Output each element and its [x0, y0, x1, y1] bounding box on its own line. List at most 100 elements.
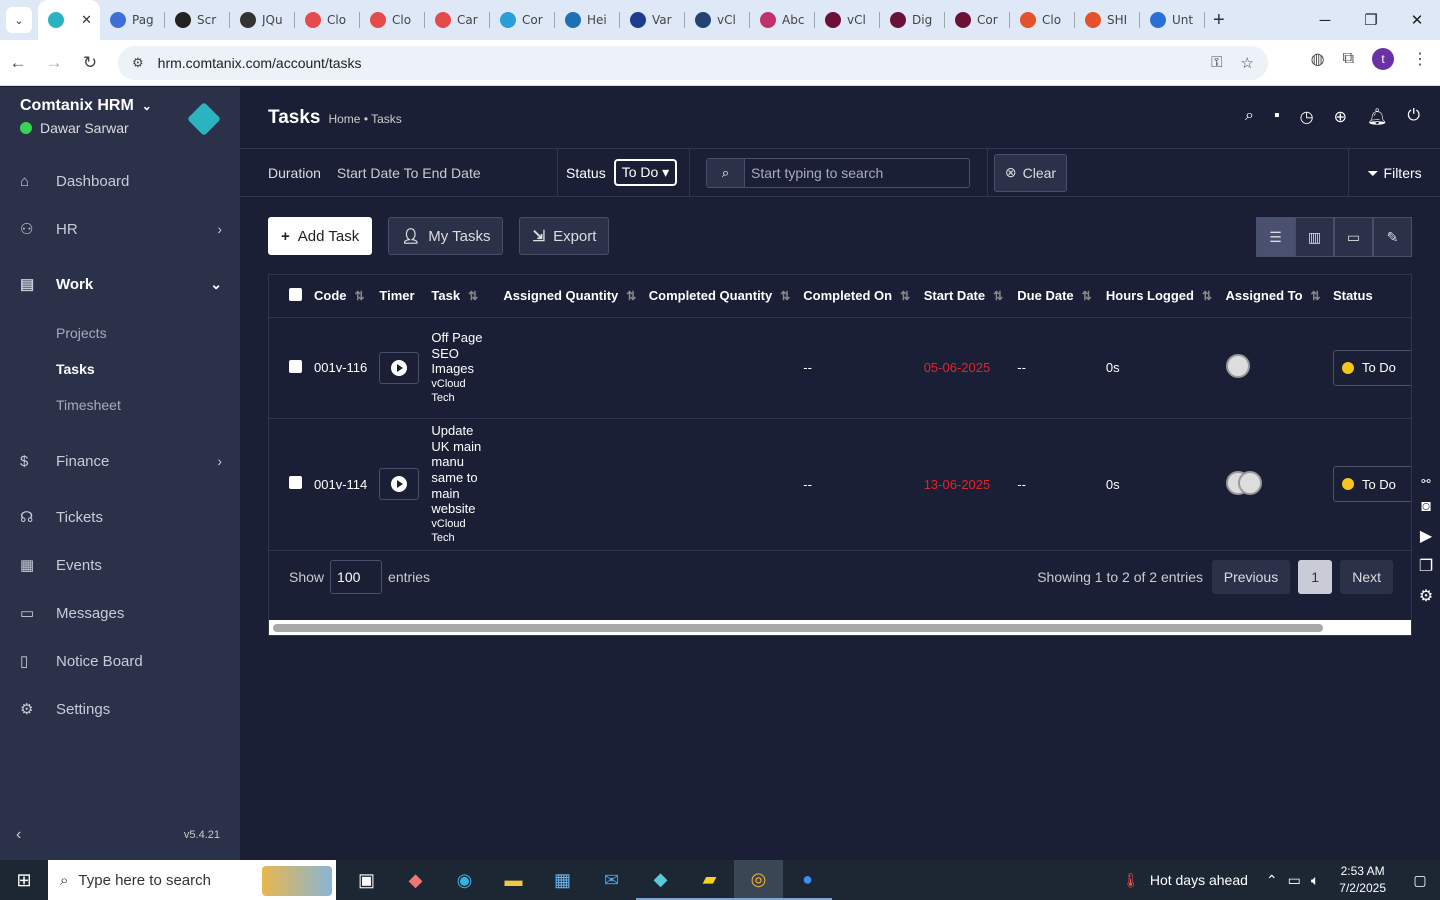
comtanix-app-icon[interactable]: ◆	[636, 860, 685, 900]
sidebar-item-dashboard[interactable]: ⌂ Dashboard	[0, 157, 240, 205]
avatar[interactable]	[1225, 354, 1250, 378]
search-icon[interactable]: ⌕	[1245, 107, 1254, 127]
zoom-icon[interactable]: ●	[783, 860, 832, 900]
camera-icon[interactable]: ◙	[1421, 498, 1431, 516]
start-timer-button[interactable]	[379, 468, 420, 500]
sidebar-item-finance[interactable]: $ Finance ›	[0, 437, 240, 485]
sidebar-subitem-projects[interactable]: Projects	[0, 315, 240, 351]
column-header-task[interactable]: Task ⇅	[425, 275, 498, 318]
status-select[interactable]: To Do ▾	[613, 159, 678, 186]
column-header-completed-on[interactable]: Completed On ⇅	[797, 275, 918, 318]
column-header-completed-quantity[interactable]: Completed Quantity ⇅	[642, 275, 798, 318]
sidebar-item-tickets[interactable]: ☊ Tickets	[0, 493, 240, 541]
browser-tab[interactable]: ✕	[38, 0, 100, 40]
duration-filter[interactable]: Duration Start Date To End Date	[240, 148, 558, 197]
weather-widget[interactable]: 🌡︎ Hot days ahead	[1122, 872, 1248, 889]
brand-switcher[interactable]: Comtanix HRM ⌄	[20, 97, 152, 115]
row-checkbox[interactable]	[289, 359, 302, 373]
task-view-icon[interactable]: ▣	[342, 860, 391, 900]
link-icon[interactable]: ⚯	[1421, 475, 1430, 488]
sidebar-subitem-tasks[interactable]: Tasks	[0, 351, 240, 387]
taskbar-search-input[interactable]: ⌕ Type here to search	[48, 860, 336, 900]
column-header-hours-logged[interactable]: Hours Logged ⇅	[1099, 275, 1220, 318]
sidebar-item-hr[interactable]: ⚇ HR ›	[0, 205, 240, 253]
browser-tab[interactable]: Scr	[165, 0, 230, 40]
chrome-icon[interactable]: ◎	[734, 860, 783, 900]
list-view-icon[interactable]: ☰	[1256, 217, 1295, 257]
page-length-select[interactable]: 100	[330, 560, 383, 594]
file-explorer-icon[interactable]: ▬	[489, 860, 538, 900]
column-header-status[interactable]: Status	[1326, 275, 1411, 318]
browser-tab[interactable]: Clo	[295, 0, 360, 40]
sidebar-item-messages[interactable]: ▭ Messages	[0, 589, 240, 637]
page-button-1[interactable]: 1	[1298, 560, 1333, 594]
browser-tab[interactable]: Car	[425, 0, 490, 40]
filters-button[interactable]: ⏷ Filters	[1348, 149, 1440, 197]
column-header-due-date[interactable]: Due Date ⇅	[1011, 275, 1100, 318]
copy-icon[interactable]: ❐	[1419, 556, 1433, 576]
extensions-icon[interactable]: ⧉	[1343, 50, 1354, 68]
power-icon[interactable]: ⏻	[1407, 107, 1420, 127]
site-info-icon[interactable]: ⚙	[132, 55, 144, 71]
export-button[interactable]: ⇲ Export	[519, 217, 610, 255]
maximize-icon[interactable]: ❐	[1348, 0, 1394, 40]
gear-icon[interactable]: ⚙	[1419, 586, 1433, 606]
edge-icon[interactable]: ◉	[440, 860, 489, 900]
browser-tab[interactable]: Clo	[1010, 0, 1075, 40]
forward-icon[interactable]: →	[36, 53, 72, 73]
pin-icon[interactable]: ✎	[1373, 217, 1412, 257]
video-icon[interactable]: ▶	[1420, 526, 1432, 546]
task-name-link[interactable]: Update UK main manu same to main website	[431, 423, 491, 517]
browser-tab[interactable]: Var	[620, 0, 685, 40]
browser-tab[interactable]: Cor	[945, 0, 1010, 40]
key-icon[interactable]: ⚿	[1211, 54, 1222, 72]
collapse-sidebar-icon[interactable]: ‹	[16, 826, 21, 844]
mail-icon[interactable]: ✉	[587, 860, 636, 900]
sidebar-item-notice-board[interactable]: ▯ Notice Board	[0, 637, 240, 685]
minimize-icon[interactable]: ─	[1302, 0, 1348, 40]
column-header-assigned-quantity[interactable]: Assigned Quantity ⇅	[497, 275, 643, 318]
next-page-button[interactable]: Next	[1340, 560, 1393, 594]
bookmark-star-icon[interactable]: ☆	[1241, 54, 1254, 72]
copilot-icon[interactable]: ◆	[391, 860, 440, 900]
network-icon[interactable]: ▭	[1288, 872, 1301, 889]
new-tab-button[interactable]: +	[1213, 9, 1237, 32]
avatar[interactable]	[1237, 470, 1262, 495]
browser-tab[interactable]: Dig	[880, 0, 945, 40]
bell-icon[interactable]: 🔔︎	[1367, 107, 1387, 127]
browser-tab[interactable]: SHI	[1075, 0, 1140, 40]
start-timer-button[interactable]	[379, 351, 420, 384]
browser-tab[interactable]: vCl	[685, 0, 750, 40]
close-window-icon[interactable]: ✕	[1394, 0, 1440, 40]
horizontal-scrollbar[interactable]	[269, 620, 1411, 635]
clock-icon[interactable]: ◷	[1300, 107, 1314, 127]
my-tasks-button[interactable]: 👤︎ My Tasks	[388, 217, 504, 255]
reload-icon[interactable]: ↻	[72, 53, 108, 73]
browser-tab[interactable]: Unt	[1140, 0, 1205, 40]
status-dropdown[interactable]: To Do	[1332, 466, 1411, 502]
browser-menu-icon[interactable]: ⋮	[1412, 49, 1428, 69]
add-task-button[interactable]: + Add Task	[268, 217, 373, 255]
status-dropdown[interactable]: To Do	[1332, 349, 1411, 386]
clock[interactable]: 2:53 AM 7/2/2025	[1339, 863, 1386, 897]
sticky-notes-icon[interactable]: ▰	[685, 860, 734, 900]
browser-tab[interactable]: Pag	[100, 0, 165, 40]
browser-tab[interactable]: Cor	[490, 0, 555, 40]
select-all-checkbox[interactable]	[289, 287, 302, 301]
previous-page-button[interactable]: Previous	[1211, 560, 1291, 594]
tab-search-button[interactable]: ⌄	[6, 7, 32, 33]
column-header-assigned-to[interactable]: Assigned To ⇅	[1219, 275, 1327, 318]
row-checkbox[interactable]	[289, 476, 302, 489]
sidebar-item-events[interactable]: ▦ Events	[0, 541, 240, 589]
browser-tab[interactable]: vCl	[815, 0, 880, 40]
task-name-link[interactable]: Off Page SEO Images	[431, 330, 491, 377]
clear-filters-button[interactable]: ⊗ Clear	[994, 153, 1067, 192]
url-field[interactable]: ⚙ hrm.comtanix.com/account/tasks ⚿ ☆	[118, 46, 1268, 80]
plus-circle-icon[interactable]: ⊕	[1334, 107, 1347, 127]
scrollbar-thumb[interactable]	[273, 624, 1323, 632]
close-tab-icon[interactable]: ✕	[81, 13, 92, 28]
column-header-code[interactable]: Code ⇅	[308, 275, 374, 318]
browser-tab[interactable]: JQu	[230, 0, 295, 40]
search-input[interactable]: ⌕ Start typing to search	[706, 157, 970, 188]
sticky-note-icon[interactable]: ▪	[1274, 107, 1280, 127]
